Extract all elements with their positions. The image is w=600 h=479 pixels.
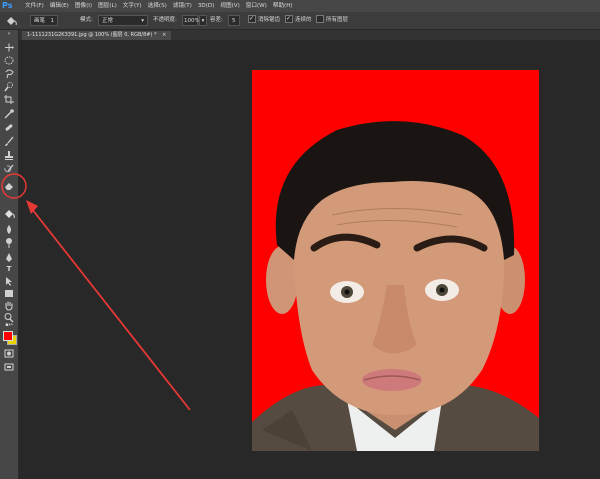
annotation-arrow-line xyxy=(27,203,191,411)
annotation-overlay xyxy=(1,173,191,411)
annotation-arrowhead xyxy=(26,200,38,214)
highlight-circle xyxy=(1,173,27,199)
